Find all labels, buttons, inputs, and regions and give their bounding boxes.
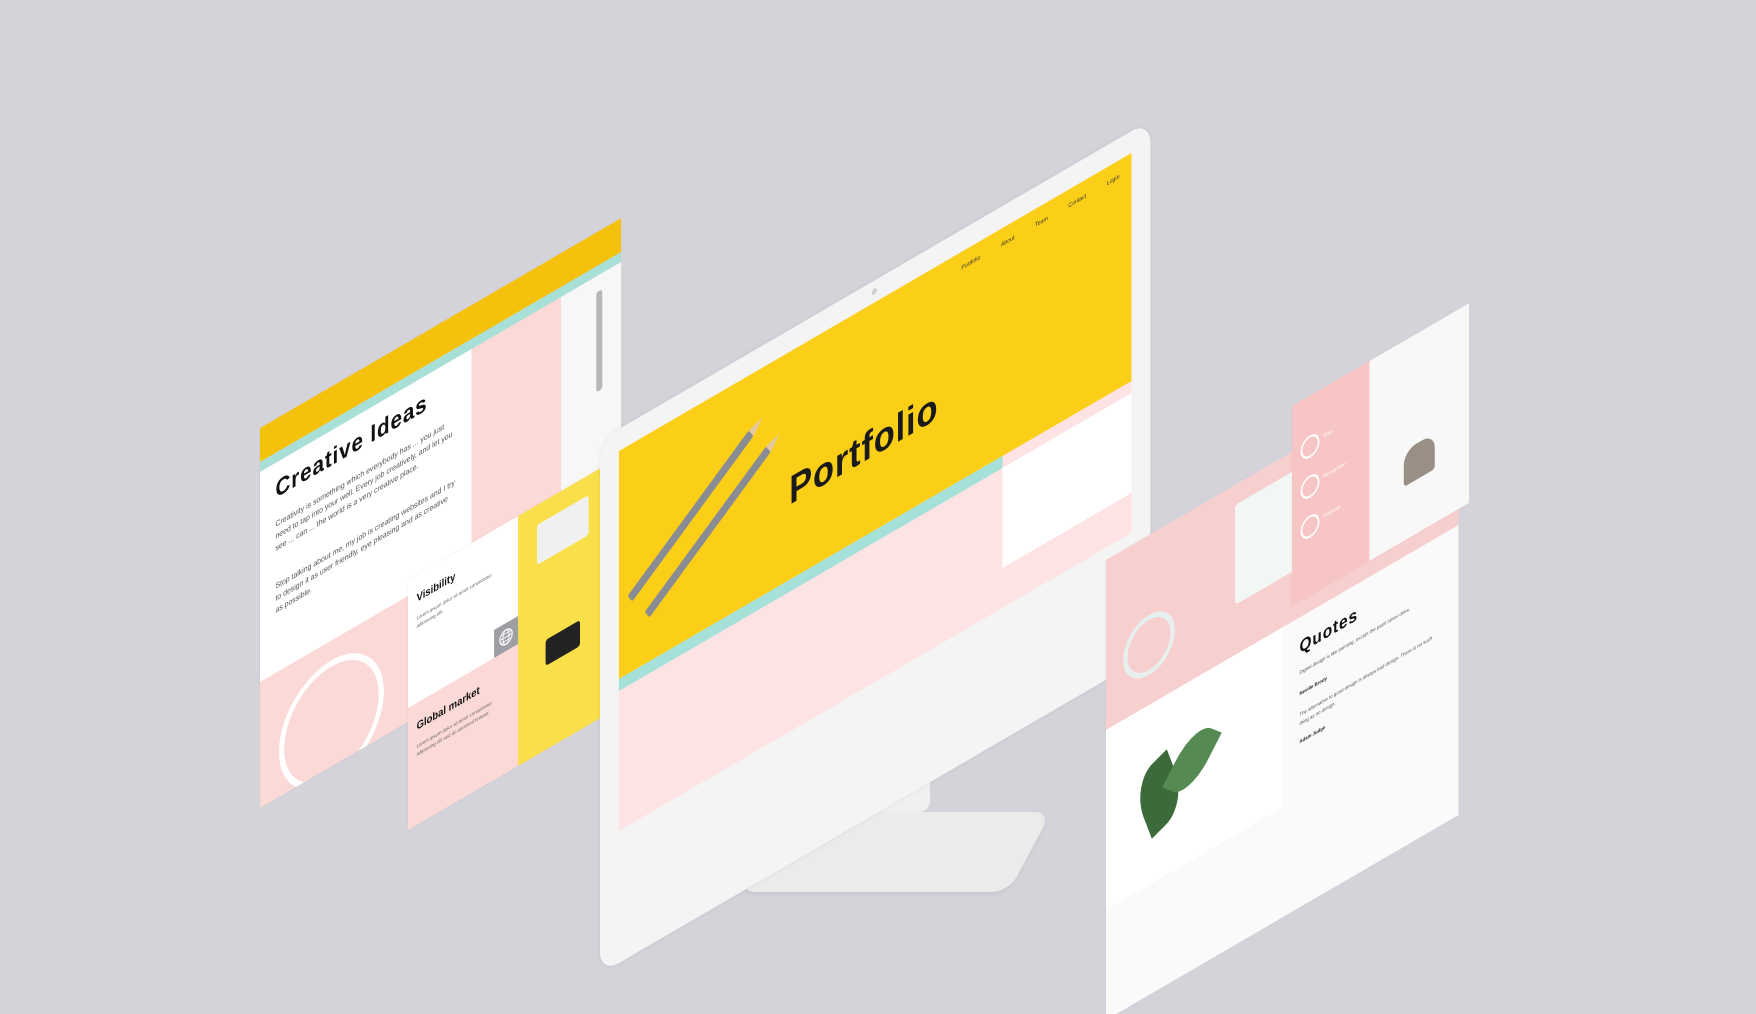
nav-item[interactable]: Login — [1107, 174, 1120, 187]
clock-icon — [1300, 430, 1320, 463]
award-icon — [1300, 470, 1320, 503]
pencil-image — [644, 430, 783, 618]
globe-icon — [499, 628, 513, 646]
camera-dot — [871, 287, 877, 296]
icon-label: Time — [1322, 428, 1333, 440]
portfolio-title: Portfolio — [789, 383, 939, 514]
icon-label: Financial — [1322, 503, 1341, 520]
pen-image — [596, 289, 603, 393]
site-nav[interactable]: Portfolio About Team Contact Login — [961, 174, 1119, 272]
icon-label: Recognition — [1322, 460, 1346, 480]
nav-item[interactable]: Contact — [1068, 193, 1086, 209]
pencil-image — [627, 414, 765, 602]
mockup-stage: Creative Ideas Creativity is something w… — [0, 0, 1756, 1014]
nav-item[interactable]: About — [1001, 235, 1014, 249]
nav-item[interactable]: Portfolio — [961, 255, 980, 272]
quote-author: Adam Judge — [1299, 724, 1326, 746]
quote-author: Neville Brody — [1299, 675, 1327, 698]
nav-item[interactable]: Team — [1035, 216, 1048, 229]
money-icon — [1300, 510, 1320, 543]
